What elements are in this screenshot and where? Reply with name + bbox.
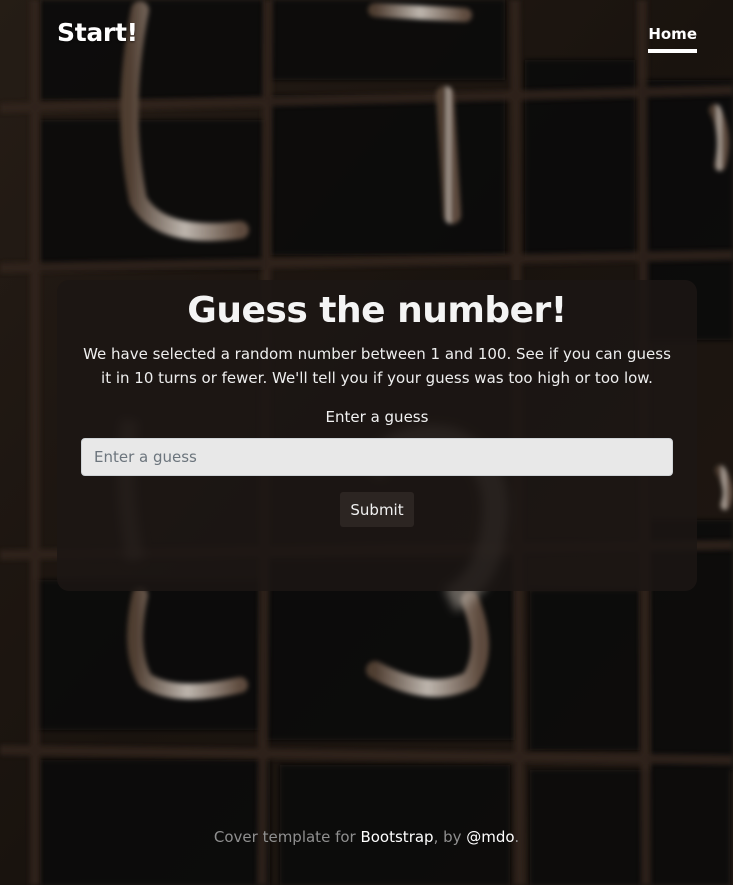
page-footer: Cover template for Bootstrap, by @mdo. xyxy=(0,828,733,846)
guess-input[interactable] xyxy=(81,438,673,476)
footer-prefix: Cover template for xyxy=(213,828,361,846)
author-link[interactable]: @mdo xyxy=(466,828,514,846)
guess-card: Guess the number! We have selected a ran… xyxy=(57,280,697,591)
submit-button[interactable]: Submit xyxy=(340,492,414,527)
bootstrap-link[interactable]: Bootstrap xyxy=(360,828,433,846)
page: Start! Home Guess the number! We have se… xyxy=(0,0,733,885)
footer-middle: , by xyxy=(433,828,467,846)
footer-suffix: . xyxy=(514,828,520,846)
game-description: We have selected a random number between… xyxy=(83,345,671,387)
page-title: Guess the number! xyxy=(187,290,567,331)
main-nav: Home xyxy=(648,24,697,53)
guess-label: Enter a guess xyxy=(325,408,429,426)
nav-link-home[interactable]: Home xyxy=(648,25,697,53)
brand-title[interactable]: Start! xyxy=(57,18,138,47)
